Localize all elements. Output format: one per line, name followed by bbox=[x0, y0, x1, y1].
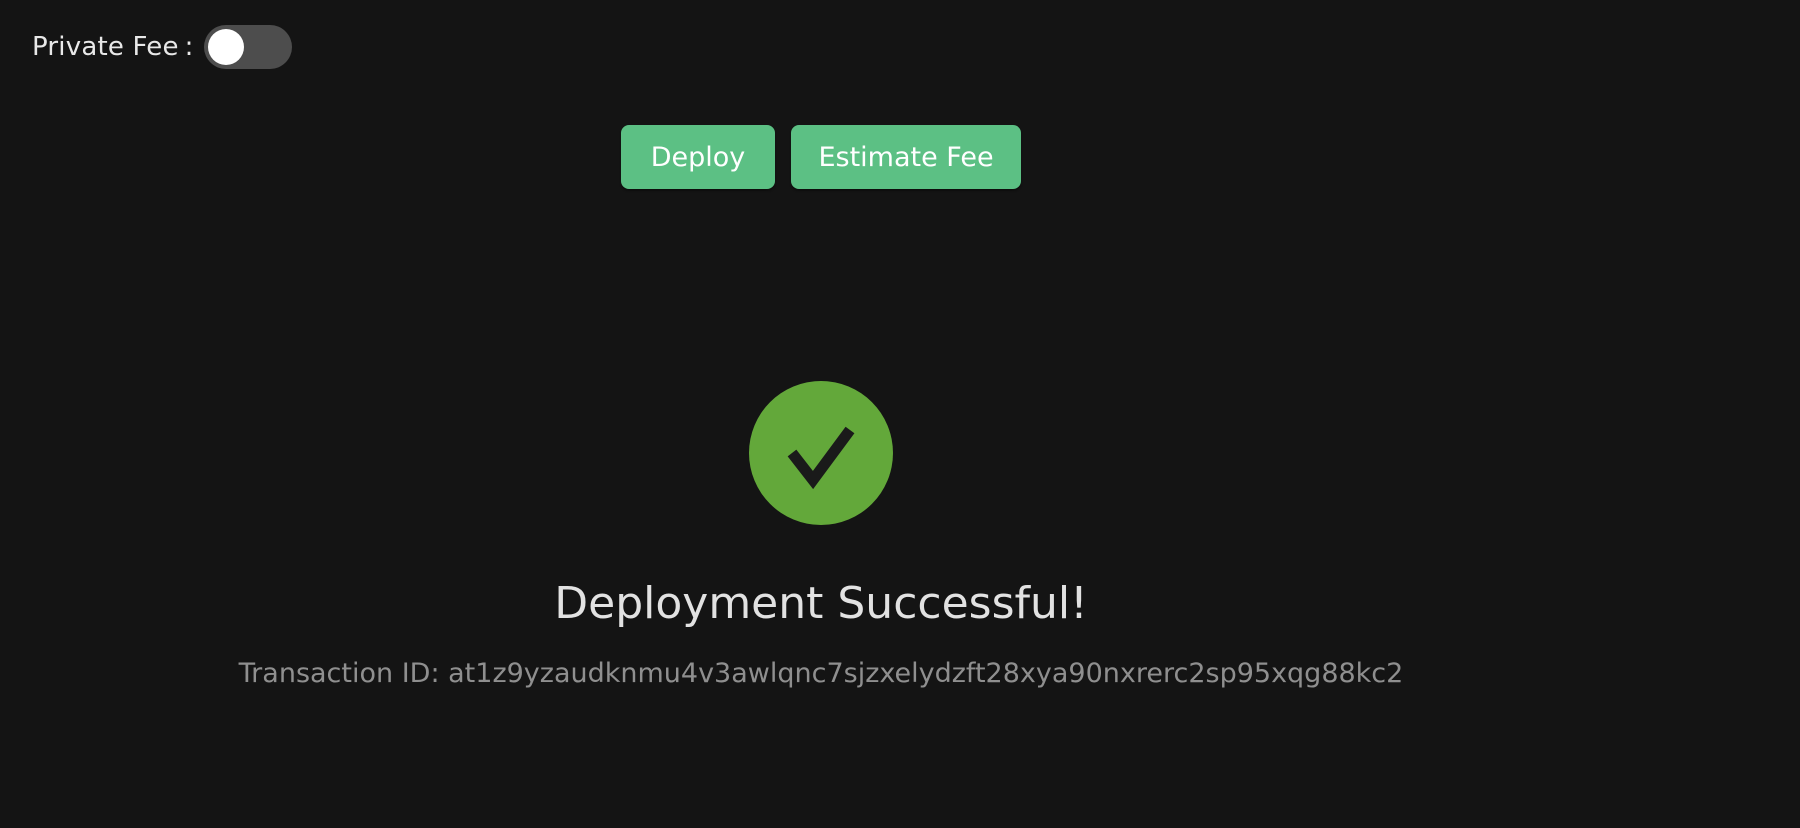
deploy-button[interactable]: Deploy bbox=[621, 125, 775, 189]
success-title: Deployment Successful! bbox=[554, 578, 1088, 629]
private-fee-row: Private Fee : bbox=[32, 25, 292, 69]
check-icon bbox=[787, 426, 855, 490]
deploy-page: Private Fee : Deploy Estimate Fee Deploy… bbox=[0, 0, 1800, 828]
private-fee-label: Private Fee bbox=[32, 32, 179, 62]
transaction-id: Transaction ID: at1z9yzaudknmu4v3awlqnc7… bbox=[238, 658, 1404, 689]
private-fee-toggle[interactable] bbox=[204, 25, 292, 69]
estimate-fee-button[interactable]: Estimate Fee bbox=[791, 125, 1021, 189]
private-fee-colon: : bbox=[184, 32, 194, 62]
success-status-circle bbox=[749, 381, 893, 525]
toggle-knob bbox=[208, 29, 244, 65]
